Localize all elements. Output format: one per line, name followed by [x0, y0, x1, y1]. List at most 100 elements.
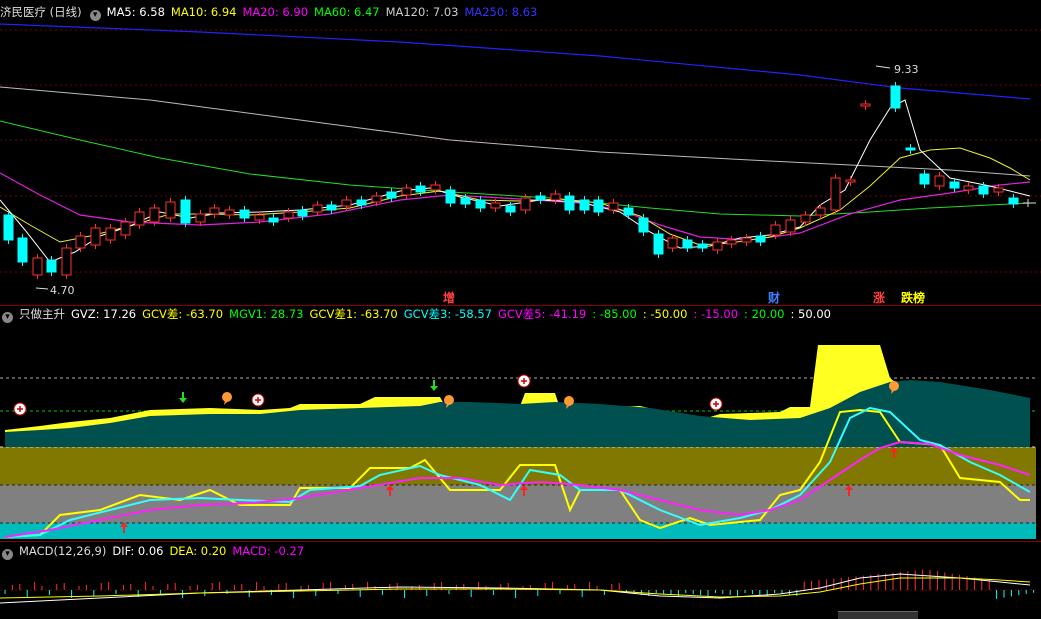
indicator-value: : -50.00 [642, 307, 688, 321]
plus-signal-icon [251, 393, 265, 407]
plus-signal-icon [13, 402, 27, 416]
candle [726, 239, 737, 245]
candle [800, 214, 811, 223]
low-price-label: 4.70 [50, 284, 75, 297]
candle [268, 217, 279, 223]
candle [890, 85, 901, 109]
indicator-value: DIF: 0.06 [112, 544, 164, 558]
candle [755, 235, 766, 243]
indicator-value: DEA: 0.20 [169, 544, 227, 558]
macd-title[interactable]: MACD(12,26,9) [19, 544, 106, 558]
candle [254, 214, 265, 221]
candle [239, 209, 250, 219]
candle [165, 201, 176, 219]
candle [993, 187, 1004, 193]
candle [638, 217, 649, 233]
candle [415, 185, 426, 193]
indicator-value: GCV差3: -58.57 [403, 307, 492, 321]
candle [297, 209, 308, 217]
indicator-chart[interactable] [0, 322, 1041, 544]
candle [579, 199, 590, 211]
candle [430, 184, 441, 191]
candle [682, 239, 693, 249]
candle [3, 214, 14, 241]
candle [224, 209, 235, 216]
candle [830, 177, 841, 211]
event-annotation[interactable]: 涨 [873, 289, 885, 306]
candle [105, 227, 116, 241]
dif-line [0, 573, 1031, 604]
candle [535, 195, 546, 201]
candle [815, 207, 826, 216]
candle [386, 191, 397, 199]
indicator-value: GCV差: -63.70 [142, 307, 224, 321]
candle [356, 199, 367, 206]
candle [46, 259, 57, 273]
candle [209, 207, 220, 215]
candle [653, 233, 664, 255]
candle [505, 205, 516, 213]
indicator-value: : -15.00 [693, 307, 739, 321]
candle [32, 257, 43, 276]
candle [963, 185, 974, 191]
plus-signal-icon [517, 374, 531, 388]
candle [475, 199, 486, 209]
indicator-value: GCV差1: -63.70 [309, 307, 398, 321]
low-marker: 4.70 [35, 284, 75, 297]
candle [564, 195, 575, 211]
panel-divider [0, 541, 1041, 542]
candle [371, 195, 382, 203]
candle [741, 237, 752, 243]
candle [934, 175, 945, 187]
candle [134, 211, 145, 226]
candle [949, 181, 960, 189]
candle [697, 243, 708, 249]
candle [490, 202, 501, 209]
indicator-value: MGV1: 28.73 [229, 307, 304, 321]
candle [978, 185, 989, 195]
candlestick-chart[interactable]: 9.33 4.70 [0, 16, 1041, 316]
plus-signal-icon [709, 397, 723, 411]
candle [919, 173, 930, 185]
indicator-value: : -85.00 [592, 307, 637, 321]
candle [608, 202, 619, 211]
candle [623, 207, 634, 216]
indicator-value: GVZ: 17.26 [71, 307, 137, 321]
candle [860, 103, 871, 107]
high-price-label: 9.33 [894, 63, 919, 76]
candle [326, 204, 337, 211]
ma250-line [0, 23, 1031, 100]
event-annotation[interactable]: 增 [443, 289, 455, 306]
candle [1008, 197, 1019, 205]
candle [149, 207, 160, 223]
candle [120, 221, 131, 236]
candle [785, 219, 796, 233]
candle [61, 247, 72, 276]
candle [770, 224, 781, 236]
event-annotation[interactable]: 财 [768, 289, 780, 306]
warning-bubble-icon [222, 392, 232, 405]
ma60-line [0, 120, 1031, 217]
indicator-value: MACD: -0.27 [232, 544, 305, 558]
macd-menu-icon[interactable]: ▾ [2, 549, 13, 560]
candle [520, 197, 531, 211]
candle [341, 199, 352, 207]
candle [667, 237, 678, 249]
sub-panel-title[interactable]: 只做主升 [19, 307, 65, 321]
candle [712, 241, 723, 251]
candle [445, 189, 456, 204]
candle [17, 237, 28, 263]
candle [180, 199, 191, 224]
down-arrow-icon [430, 380, 438, 391]
macd-chart[interactable] [0, 560, 1041, 618]
indicator-value: : 20.00 [744, 307, 785, 321]
indicator-value: GCV差5: -41.19 [497, 307, 587, 321]
event-annotation[interactable]: 跌榜 [901, 289, 925, 306]
candle [905, 147, 916, 151]
candle [593, 199, 604, 213]
candle [401, 187, 412, 196]
candle [75, 235, 86, 249]
macd-panel-header: ▾ MACD(12,26,9) DIF: 0.06 DEA: 0.20 MACD: -0… [0, 543, 316, 560]
candle [90, 227, 101, 246]
high-marker: 9.33 [875, 63, 919, 76]
